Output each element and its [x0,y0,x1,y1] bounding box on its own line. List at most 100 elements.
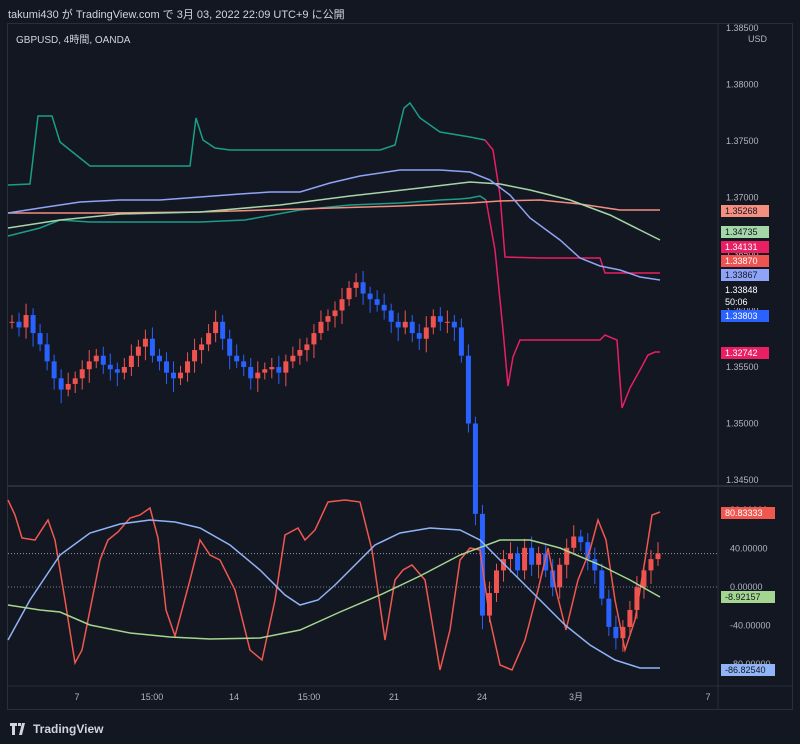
candle-body [44,344,50,362]
candle-body [234,355,240,362]
candle-body [107,364,113,370]
candle-body [86,361,92,370]
candle-body [72,378,78,384]
lower-channel-red [485,199,660,409]
candle-body [23,315,29,328]
candle-body [458,327,464,356]
candle-body [381,304,387,311]
candle-body [465,355,471,424]
candle-body [536,553,542,565]
candle-body [37,333,43,345]
price-tag-label: 1.35268 [725,206,758,216]
candle-body [9,321,15,323]
price-tick-label: 1.35000 [726,419,759,429]
candle-body [51,361,57,379]
candle-body [178,372,184,379]
candle-body [290,355,296,362]
candle-body [423,327,429,339]
candle-body [192,350,198,362]
osc-signal-line [7,539,661,640]
candle-body [100,355,106,365]
candle-body [241,361,247,367]
tradingview-icon [10,723,25,735]
time-tick-label: 15:00 [298,692,321,702]
candle-body [444,321,450,323]
candle-body [156,355,162,362]
candle-body [206,333,212,345]
price-tag-label: 1.33867 [725,270,758,280]
candle-body [472,423,478,514]
osc-tick-label: -40.00000 [730,620,771,630]
candle-body [353,282,359,288]
candle-body [220,321,226,339]
candle-body [529,547,535,565]
candle-body [276,367,282,373]
tradingview-logo[interactable]: TradingView [10,722,103,736]
time-tick-label: 24 [477,692,487,702]
candle-body [16,321,22,328]
candle-body [142,338,148,347]
price-tick-label: 1.35500 [726,362,759,372]
price-tick-label: 1.38500 [726,23,759,33]
candle-body [297,350,303,356]
candle-body [578,536,584,543]
candle-body [515,553,521,571]
candle-body [402,321,408,328]
candle-body [213,321,219,334]
price-tick-label: 1.37000 [726,193,759,203]
candle-body [599,570,605,599]
ma-blue [7,169,661,281]
candle-body [557,564,563,588]
candle-body [128,355,134,367]
candle-body [114,369,120,373]
candle-body [627,609,633,627]
time-tick-label: 7 [74,692,79,702]
candle-body [648,559,654,571]
candle-body [262,369,268,373]
candle-body [655,553,661,560]
candle-body [93,355,99,362]
ma-green [7,181,661,241]
price-tag-label: 1.33870 [725,256,758,266]
osc-tag-label: 80.83333 [725,508,763,518]
candle-body [409,321,415,334]
osc-tag-label: -86.82540 [725,665,766,675]
price-tag-label: 1.33848 [725,285,758,295]
time-tick-label: 21 [389,692,399,702]
candle-body [304,344,310,351]
candle-body [388,310,394,322]
time-tick-label: 14 [229,692,239,702]
candle-body [437,316,443,322]
price-tick-label: 1.38000 [726,80,759,90]
candle-body [65,383,71,390]
osc-tick-label: 0.00000 [730,582,763,592]
candle-body [416,333,422,339]
upper-channel-red [484,139,660,274]
candle-body [395,321,401,328]
candle-body [613,626,619,639]
candle-body [185,361,191,373]
candle-body [135,346,141,356]
candle-body [318,321,324,334]
candle-body [571,536,577,548]
chart-canvas[interactable]: 1.385001.380001.375001.370001.365001.360… [0,0,800,744]
time-tick-label: 3月 [569,692,583,702]
candle-body [311,333,317,345]
candle-body [592,559,598,571]
candle-body [606,598,612,627]
candle-body [171,372,176,379]
candle-body [508,553,514,560]
candle-body [332,310,338,317]
osc-tag-label: -8.92157 [725,592,761,602]
symbol-label: GBPUSD, 4時間, OANDA [16,34,131,46]
candle-body [522,547,528,571]
candle-body [163,361,169,373]
candle-body [367,293,373,300]
candle-body [199,344,205,351]
footer: TradingView [0,716,800,744]
brand-label: TradingView [33,722,104,736]
candle-body [30,315,36,334]
price-tag-label: 1.32742 [725,348,758,358]
price-tag-label: 1.33803 [725,311,758,321]
candle-body [248,367,254,379]
